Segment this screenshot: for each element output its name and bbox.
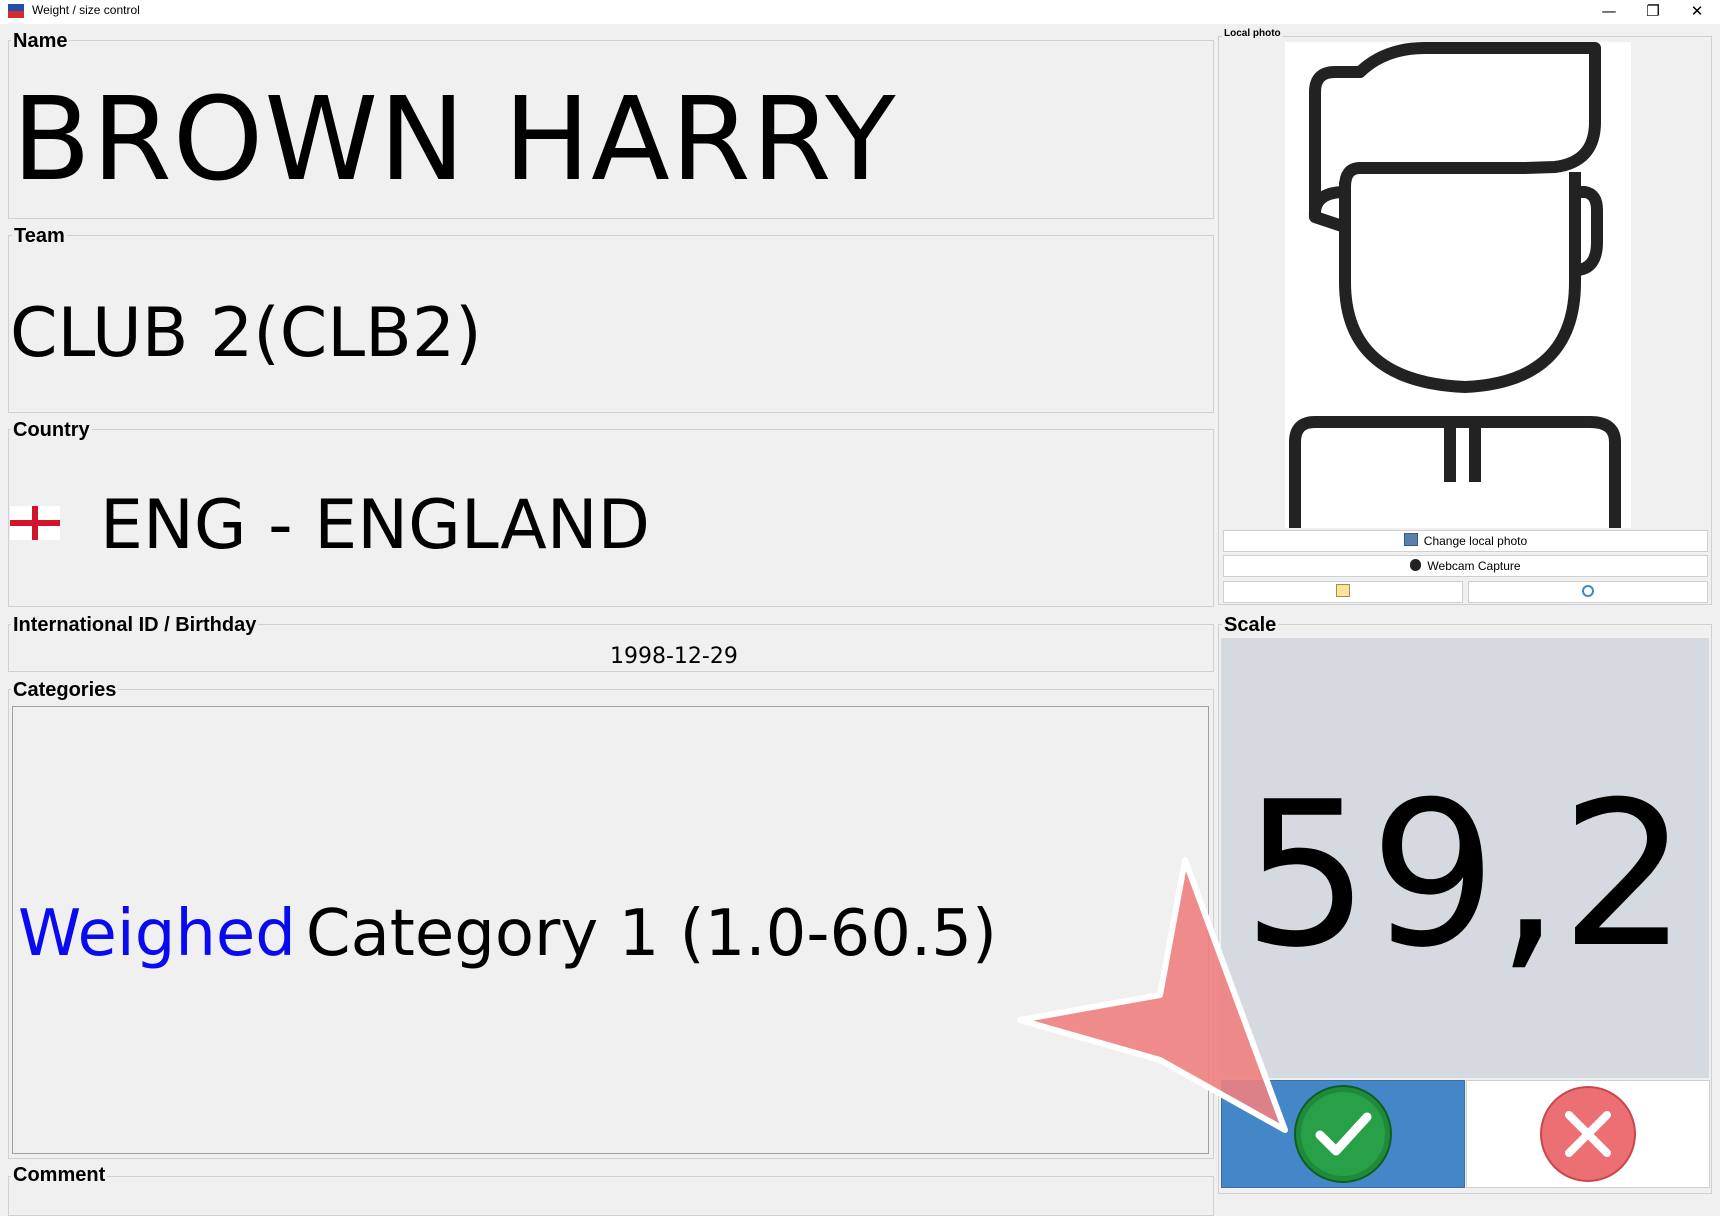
category-entry[interactable]: Weighed Category 1 (1.0-60.5)	[18, 898, 997, 970]
birthday-value: 1998-12-29	[610, 644, 738, 669]
checkmark-icon	[1294, 1085, 1392, 1183]
webcam-icon	[1410, 559, 1422, 571]
change-local-photo-button[interactable]: Change local photo	[1223, 530, 1708, 552]
restore-button[interactable]: ❐	[1630, 0, 1676, 24]
athlete-name: BROWN HARRY	[12, 73, 897, 207]
title-bar: Weight / size control — ❐ ✕	[0, 0, 1720, 24]
webcam-capture-button[interactable]: Webcam Capture	[1223, 555, 1708, 577]
photo-label: Local photo	[1222, 28, 1283, 39]
app-icon	[8, 4, 24, 18]
avatar-placeholder-icon	[1289, 42, 1621, 528]
scale-display: 59,2	[1221, 638, 1709, 1078]
england-flag-icon	[10, 506, 60, 540]
window-title: Weight / size control	[32, 3, 140, 17]
categories-label: Categories	[11, 679, 119, 701]
change-local-photo-label: Change local photo	[1423, 534, 1528, 548]
team-label: Team	[12, 225, 67, 247]
scale-value: 59,2	[1242, 759, 1688, 992]
name-label: Name	[11, 30, 70, 52]
cross-icon	[1540, 1086, 1636, 1182]
comment-label: Comment	[11, 1164, 108, 1186]
comment-group	[8, 1176, 1214, 1216]
refresh-photo-icon	[1582, 585, 1594, 597]
cancel-weight-button[interactable]	[1466, 1080, 1710, 1188]
edit-photo-icon	[1336, 584, 1350, 597]
scale-label: Scale	[1222, 614, 1279, 636]
refresh-photo-button[interactable]	[1468, 581, 1708, 603]
category-name: Category 1 (1.0-60.5)	[305, 897, 997, 971]
webcam-capture-label: Webcam Capture	[1427, 559, 1521, 573]
confirm-weight-button[interactable]	[1221, 1080, 1465, 1188]
athlete-photo	[1285, 42, 1631, 528]
edit-photo-button[interactable]	[1223, 581, 1463, 603]
team-value: CLUB 2(CLB2)	[10, 294, 482, 373]
close-window-button[interactable]: ✕	[1674, 0, 1720, 24]
weighed-status: Weighed	[18, 897, 296, 971]
country-label: Country	[11, 419, 92, 441]
id-birthday-label: International ID / Birthday	[11, 614, 259, 636]
country-value: ENG - ENGLAND	[100, 486, 651, 565]
minimize-button[interactable]: —	[1586, 0, 1632, 24]
monitor-icon	[1403, 533, 1418, 546]
